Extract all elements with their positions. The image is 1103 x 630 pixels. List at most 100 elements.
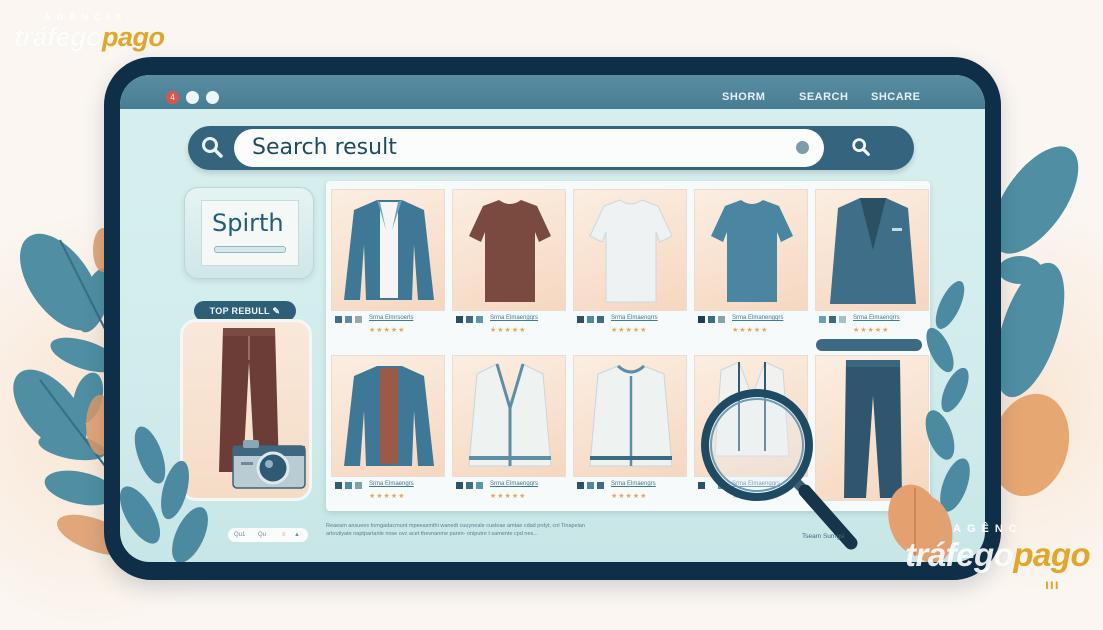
product-image (573, 355, 687, 477)
color-swatch[interactable] (335, 482, 342, 489)
product-title-link[interactable]: Srma Elmaengqrs (490, 315, 538, 321)
pager-up-icon[interactable]: ▲ (294, 528, 300, 542)
window-maximize-button[interactable] (206, 91, 219, 104)
result-card[interactable]: Srma Elmaengqrs ★★★★★ (452, 189, 566, 341)
color-swatch[interactable] (355, 482, 362, 489)
rating-stars: ★★★★★ (611, 327, 648, 334)
result-card[interactable]: Srma Elmaengrs ★★★★★ (573, 355, 687, 507)
top-result-label: TOP REBULL (209, 306, 270, 316)
query-card-input-line (214, 246, 286, 253)
color-swatch[interactable] (456, 482, 463, 489)
pager-item[interactable]: Qu1 (234, 528, 245, 542)
blue-blazer-image (344, 200, 434, 300)
nav-link-search[interactable]: SEARCH (799, 91, 848, 103)
browser-screen: 4 SHORM SEARCH SHCARE Search result Spir… (120, 75, 985, 562)
product-title-link[interactable]: Srma Elmaengqrs (490, 481, 538, 487)
top-result-button[interactable]: TOP REBULL ✎ (194, 301, 296, 321)
product-title-link[interactable]: Srma Elmaenqrrs (611, 315, 658, 321)
pager-list-icon[interactable]: ≡ (282, 528, 286, 542)
product-image (452, 189, 566, 311)
device-frame: 4 SHORM SEARCH SHCARE Search result Spir… (104, 57, 1001, 580)
magnifier-icon (701, 389, 858, 550)
rating-stars: ★★★★★ (490, 493, 527, 500)
rating-stars: ★★★★★ (611, 493, 648, 500)
product-image (331, 355, 445, 477)
product-image (573, 189, 687, 311)
result-card[interactable]: Srma Elmaengrs ★★★★★ (331, 355, 445, 507)
blue-tshirt-image (711, 200, 793, 302)
color-swatch[interactable] (718, 316, 725, 323)
brand-pago-text: pago (102, 22, 165, 52)
inner-leaves-left (120, 426, 208, 562)
product-meta: Srma Elmaengqrs ★★★★★ (456, 481, 564, 505)
rating-stars: ★★★★★ (369, 493, 406, 500)
white-tshirt-image (589, 199, 673, 303)
camera-icon (232, 440, 306, 489)
color-swatch[interactable] (476, 316, 483, 323)
color-swatch[interactable] (345, 482, 352, 489)
color-swatch[interactable] (698, 316, 705, 323)
color-swatch[interactable] (476, 482, 483, 489)
window-close-button[interactable]: 4 (166, 91, 179, 104)
result-card[interactable]: Srma Elmaengqrs ★★★★★ (452, 355, 566, 507)
color-swatch[interactable] (839, 316, 846, 323)
brand-logo-bottom-right: AGÊNC tráfegopago ııı (905, 523, 1091, 592)
brand-trafego-text: tráfego (14, 22, 103, 52)
footer-note: Tseam Sumgsi (802, 533, 845, 540)
color-swatch[interactable] (466, 482, 473, 489)
product-image (694, 189, 808, 311)
search-submit-button[interactable] (850, 136, 872, 158)
pager-item[interactable]: Qu (258, 528, 266, 542)
product-meta: Srma Elmaengqrs ★★★★★ (456, 315, 564, 339)
brand-pago-text: pago (1013, 536, 1091, 573)
load-more-bar[interactable] (816, 339, 922, 351)
pagination: Qu1 Qu ≡ ▲ (228, 528, 308, 542)
results-description: Reaeam ansuees forngadacmunt mpeeasmthi … (326, 523, 585, 537)
product-title-link[interactable]: Srma Elmaenqrrs (853, 315, 900, 321)
query-card-text: Spirth (212, 209, 284, 237)
window-minimize-button[interactable] (186, 91, 199, 104)
white-crew-cardigan-image (589, 364, 673, 467)
white-vneck-cardigan-image (468, 363, 552, 467)
search-icon[interactable] (200, 135, 224, 159)
color-swatch[interactable] (577, 482, 584, 489)
search-icon (852, 138, 870, 156)
brand-agencia-text: AGÊNC (953, 523, 1023, 535)
color-swatch[interactable] (819, 316, 826, 323)
brand-agencia-text: AGÊNCIA (44, 12, 128, 22)
rating-stars: ★★★★★ (369, 327, 406, 334)
color-swatch[interactable] (829, 316, 836, 323)
product-title-link[interactable]: Srma Elmrsoerls (369, 315, 413, 321)
nav-link-shorm[interactable]: SHORM (722, 91, 765, 103)
voice-dot-icon[interactable] (796, 141, 809, 154)
result-card[interactable]: Srma Elmrsoerls ★★★★★ (331, 189, 445, 341)
color-swatch[interactable] (577, 316, 584, 323)
rating-stars: ★★★★★ (490, 327, 527, 334)
pencil-icon: ✎ (272, 306, 281, 316)
brand-logo-top-left: AGÊNCIA tráfegopago ııı (14, 12, 166, 71)
product-image (452, 355, 566, 477)
product-title-link[interactable]: Srma Elmanengqrs (732, 315, 783, 321)
product-meta: Srma Elmaengrs ★★★★★ (577, 481, 685, 505)
color-swatch[interactable] (466, 316, 473, 323)
color-swatch[interactable] (335, 316, 342, 323)
color-swatch[interactable] (587, 482, 594, 489)
color-swatch[interactable] (708, 316, 715, 323)
color-swatch[interactable] (345, 316, 352, 323)
search-input[interactable]: Search result (234, 129, 824, 167)
result-card[interactable]: Srma Elmanengqrs ★★★★★ (694, 189, 808, 341)
product-meta: Srma Elmaenqrrs ★★★★★ (577, 315, 685, 339)
color-swatch[interactable] (587, 316, 594, 323)
result-card[interactable]: Srma Elmaenqrrs ★★★★★ (573, 189, 687, 341)
color-swatch[interactable] (355, 316, 362, 323)
product-title-link[interactable]: Srma Elmaengrs (369, 481, 414, 487)
rating-stars: ★★★★★ (732, 327, 769, 334)
nav-link-share[interactable]: SHCARE (871, 91, 920, 103)
color-swatch[interactable] (456, 316, 463, 323)
product-title-link[interactable]: Srma Elmaengrs (611, 481, 656, 487)
query-card[interactable]: Spirth (184, 187, 314, 279)
product-meta: Srma Elmrsoerls ★★★★★ (335, 315, 443, 339)
brand-signal-icon: ııı (1045, 576, 1060, 592)
color-swatch[interactable] (597, 482, 604, 489)
color-swatch[interactable] (597, 316, 604, 323)
